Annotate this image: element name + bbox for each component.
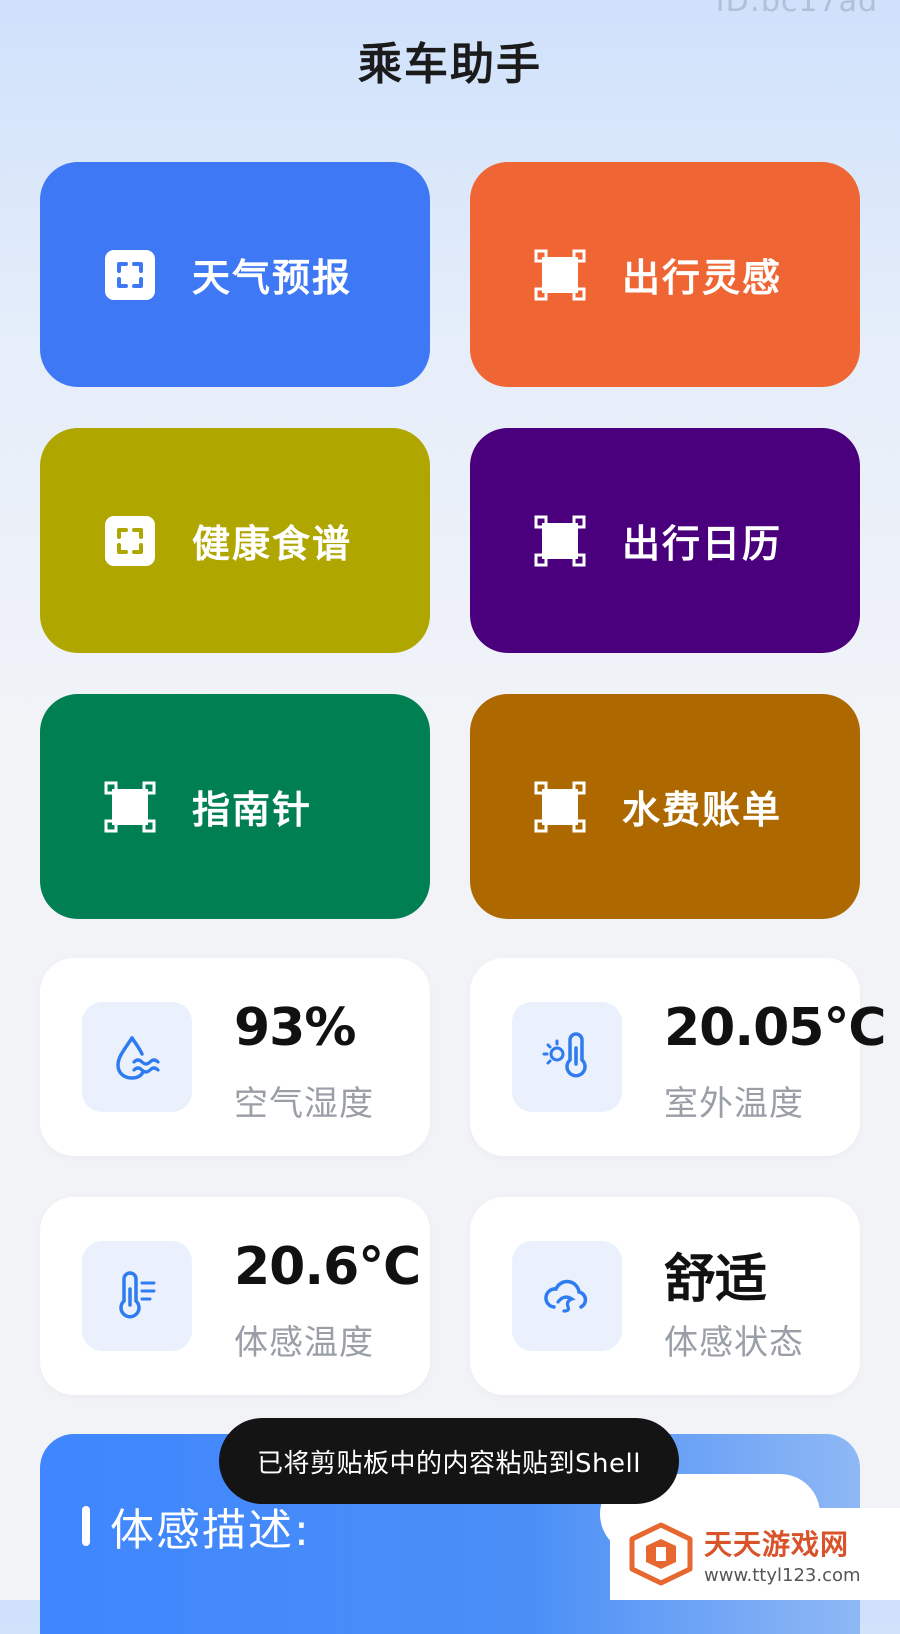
thermometer-icon xyxy=(119,1271,156,1319)
stat-label: 体感状态 xyxy=(664,1323,804,1363)
stat-value: 舒适 xyxy=(664,1250,767,1310)
tile-label: 出行日历 xyxy=(622,522,783,566)
stat-card-feels-like: 20.6℃ 体感温度 xyxy=(40,1197,430,1395)
stat-label: 体感温度 xyxy=(234,1323,374,1363)
stat-value: 20.05℃ xyxy=(664,998,886,1058)
stat-icon-box xyxy=(82,1241,192,1351)
site-watermark: 天天游戏网 www.ttyl123.com xyxy=(610,1508,900,1600)
square-select-icon xyxy=(534,781,586,832)
tile-label: 指南针 xyxy=(192,788,313,832)
stat-icon-box xyxy=(82,1002,192,1112)
square-select-icon xyxy=(104,781,156,832)
page-title: 乘车助手 xyxy=(358,39,542,90)
stat-card-outdoor-temp: 20.05℃ 室外温度 xyxy=(470,958,886,1156)
tile-travel-calendar[interactable]: 出行日历 xyxy=(470,428,860,653)
tile-label: 出行灵感 xyxy=(622,256,783,300)
device-id-watermark: ID:bc17ad xyxy=(715,0,878,19)
site-name: 天天游戏网 xyxy=(704,1527,850,1561)
site-logo-icon xyxy=(629,1522,693,1586)
stat-label: 室外温度 xyxy=(664,1084,804,1124)
site-url: www.ttyl123.com xyxy=(704,1564,861,1586)
cloud-wind-icon xyxy=(544,1279,588,1313)
humidity-icon xyxy=(116,1036,160,1080)
tile-label: 健康食谱 xyxy=(192,522,353,566)
stat-card-humidity: 93% 空气湿度 xyxy=(40,958,430,1156)
stat-icon-box xyxy=(512,1241,622,1351)
scan-frame-icon xyxy=(105,515,155,566)
stat-card-comfort: 舒适 体感状态 xyxy=(470,1197,860,1395)
stat-value: 93% xyxy=(234,998,356,1058)
square-select-icon xyxy=(534,515,586,566)
tile-label: 天气预报 xyxy=(192,256,353,300)
toast-message: 已将剪贴板中的内容粘贴到Shell xyxy=(219,1418,679,1504)
stat-value: 20.6℃ xyxy=(234,1237,421,1297)
square-select-icon xyxy=(534,249,586,300)
section-marker xyxy=(82,1506,90,1546)
scan-frame-icon xyxy=(105,249,155,300)
stat-icon-box xyxy=(512,1002,622,1112)
sun-thermometer-icon xyxy=(542,1032,587,1078)
stat-label: 空气湿度 xyxy=(234,1084,374,1124)
tile-healthy-recipes[interactable]: 健康食谱 xyxy=(40,428,430,653)
tile-label: 水费账单 xyxy=(622,788,783,832)
tile-weather-forecast[interactable]: 天气预报 xyxy=(40,162,430,387)
tile-travel-inspiration[interactable]: 出行灵感 xyxy=(470,162,860,387)
tile-compass[interactable]: 指南针 xyxy=(40,694,430,919)
tile-water-bill[interactable]: 水费账单 xyxy=(470,694,860,919)
